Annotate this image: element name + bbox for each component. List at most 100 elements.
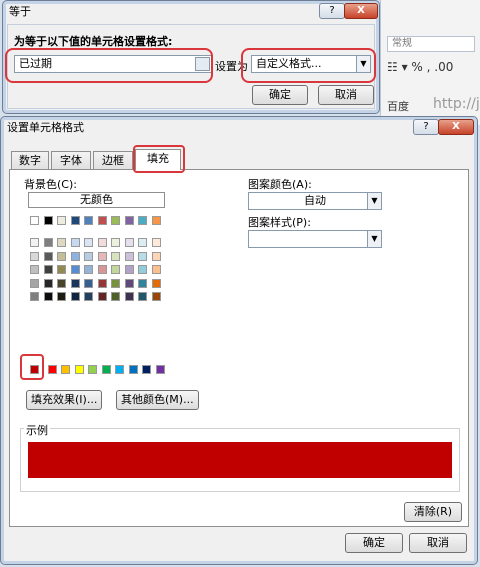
color-swatch[interactable] [142, 365, 151, 374]
color-swatch[interactable] [128, 365, 138, 374]
excel-background: 常规 ☷ ▾ % , .00 百度 http://jin [380, 0, 480, 125]
close-button[interactable]: X [438, 119, 474, 135]
color-swatch[interactable] [74, 365, 84, 374]
chevron-down-icon[interactable]: ▼ [367, 193, 381, 209]
color-swatch[interactable] [111, 216, 120, 225]
color-swatch[interactable] [151, 278, 161, 288]
color-swatch[interactable] [124, 216, 134, 225]
highlight-ring [133, 145, 185, 173]
color-swatch[interactable] [43, 216, 53, 225]
color-swatch[interactable] [30, 216, 39, 225]
color-swatch[interactable] [111, 251, 120, 261]
color-swatch[interactable] [70, 238, 80, 247]
color-swatch[interactable] [138, 265, 147, 274]
color-swatch[interactable] [111, 238, 120, 247]
color-swatch[interactable] [151, 292, 161, 301]
color-swatch[interactable] [151, 216, 161, 225]
color-swatch[interactable] [124, 251, 134, 261]
color-swatch[interactable] [84, 251, 93, 261]
color-swatch[interactable] [124, 265, 134, 274]
no-color-button[interactable]: 无颜色 [28, 192, 165, 208]
color-swatch[interactable] [43, 238, 53, 247]
number-format-box: 常规 [387, 36, 475, 52]
dialog-title: 设置单元格格式 [7, 121, 84, 134]
color-swatch[interactable] [97, 265, 107, 274]
color-swatch[interactable] [97, 292, 107, 301]
pattern-color-select[interactable]: 自动 ▼ [248, 192, 382, 210]
color-swatch[interactable] [138, 216, 147, 225]
baidu-label: 百度 [387, 100, 409, 113]
ribbon-tools: ☷ ▾ % , .00 [387, 60, 454, 74]
cancel-button[interactable]: 取消 [409, 533, 467, 553]
color-swatch[interactable] [138, 278, 147, 288]
color-swatch[interactable] [61, 365, 70, 374]
fill-panel: 背景色(C): 无颜色 填充效果(I)... 其他颜色(M)... 图案颜色(A… [9, 169, 469, 527]
color-swatch[interactable] [97, 278, 107, 288]
color-swatch[interactable] [57, 278, 66, 288]
help-button[interactable]: ? [413, 119, 439, 135]
color-swatch[interactable] [43, 251, 53, 261]
color-swatch[interactable] [151, 251, 161, 261]
url-fragment: http://jin [433, 96, 480, 112]
color-swatch[interactable] [138, 238, 147, 247]
sample-preview [28, 442, 452, 478]
color-swatch[interactable] [57, 238, 66, 247]
help-button[interactable]: ? [319, 3, 345, 19]
color-swatch[interactable] [111, 265, 120, 274]
color-swatch[interactable] [97, 251, 107, 261]
pattern-style-label: 图案样式(P): [248, 216, 311, 229]
chevron-down-icon[interactable]: ▼ [367, 231, 381, 247]
color-swatch[interactable] [57, 292, 66, 301]
color-swatch[interactable] [124, 238, 134, 247]
color-swatch[interactable] [30, 292, 39, 301]
color-swatch[interactable] [84, 265, 93, 274]
ok-button[interactable]: 确定 [345, 533, 403, 553]
color-swatch[interactable] [70, 292, 80, 301]
color-swatch[interactable] [30, 278, 39, 288]
color-swatch[interactable] [57, 216, 66, 225]
color-swatch[interactable] [138, 251, 147, 261]
highlight-ring [20, 354, 44, 380]
color-swatch[interactable] [138, 292, 147, 301]
color-swatch[interactable] [43, 265, 53, 274]
bg-color-label: 背景色(C): [24, 178, 77, 191]
color-swatch[interactable] [124, 292, 134, 301]
fill-effects-button[interactable]: 填充效果(I)... [26, 390, 103, 410]
color-swatch[interactable] [47, 365, 57, 374]
color-swatch[interactable] [84, 278, 93, 288]
color-swatch[interactable] [30, 265, 39, 274]
ok-button[interactable]: 确定 [252, 85, 308, 105]
color-swatch[interactable] [97, 216, 107, 225]
color-swatch[interactable] [84, 292, 93, 301]
color-swatch[interactable] [84, 216, 93, 225]
clear-button[interactable]: 清除(R) [404, 502, 462, 522]
color-swatch[interactable] [70, 278, 80, 288]
color-swatch[interactable] [101, 365, 111, 374]
tab-border[interactable]: 边框 [93, 151, 133, 169]
color-swatch[interactable] [115, 365, 124, 374]
pattern-style-select[interactable]: ▼ [248, 230, 382, 248]
color-swatch[interactable] [124, 278, 134, 288]
color-swatch[interactable] [30, 238, 39, 247]
color-swatch[interactable] [111, 278, 120, 288]
color-swatch[interactable] [97, 238, 107, 247]
color-swatch[interactable] [70, 251, 80, 261]
color-swatch[interactable] [151, 265, 161, 274]
color-swatch[interactable] [43, 278, 53, 288]
color-swatch[interactable] [155, 365, 165, 374]
color-swatch[interactable] [57, 265, 66, 274]
color-swatch[interactable] [70, 265, 80, 274]
color-swatch[interactable] [84, 238, 93, 247]
color-swatch[interactable] [70, 216, 80, 225]
color-swatch[interactable] [43, 292, 53, 301]
tab-font[interactable]: 字体 [51, 151, 91, 169]
color-swatch[interactable] [57, 251, 66, 261]
color-swatch[interactable] [151, 238, 161, 247]
color-swatch[interactable] [88, 365, 97, 374]
cancel-button[interactable]: 取消 [318, 85, 374, 105]
close-button[interactable]: X [344, 3, 378, 19]
color-swatch[interactable] [111, 292, 120, 301]
more-colors-button[interactable]: 其他颜色(M)... [116, 390, 199, 410]
color-swatch[interactable] [30, 251, 39, 261]
tab-number[interactable]: 数字 [11, 151, 49, 169]
